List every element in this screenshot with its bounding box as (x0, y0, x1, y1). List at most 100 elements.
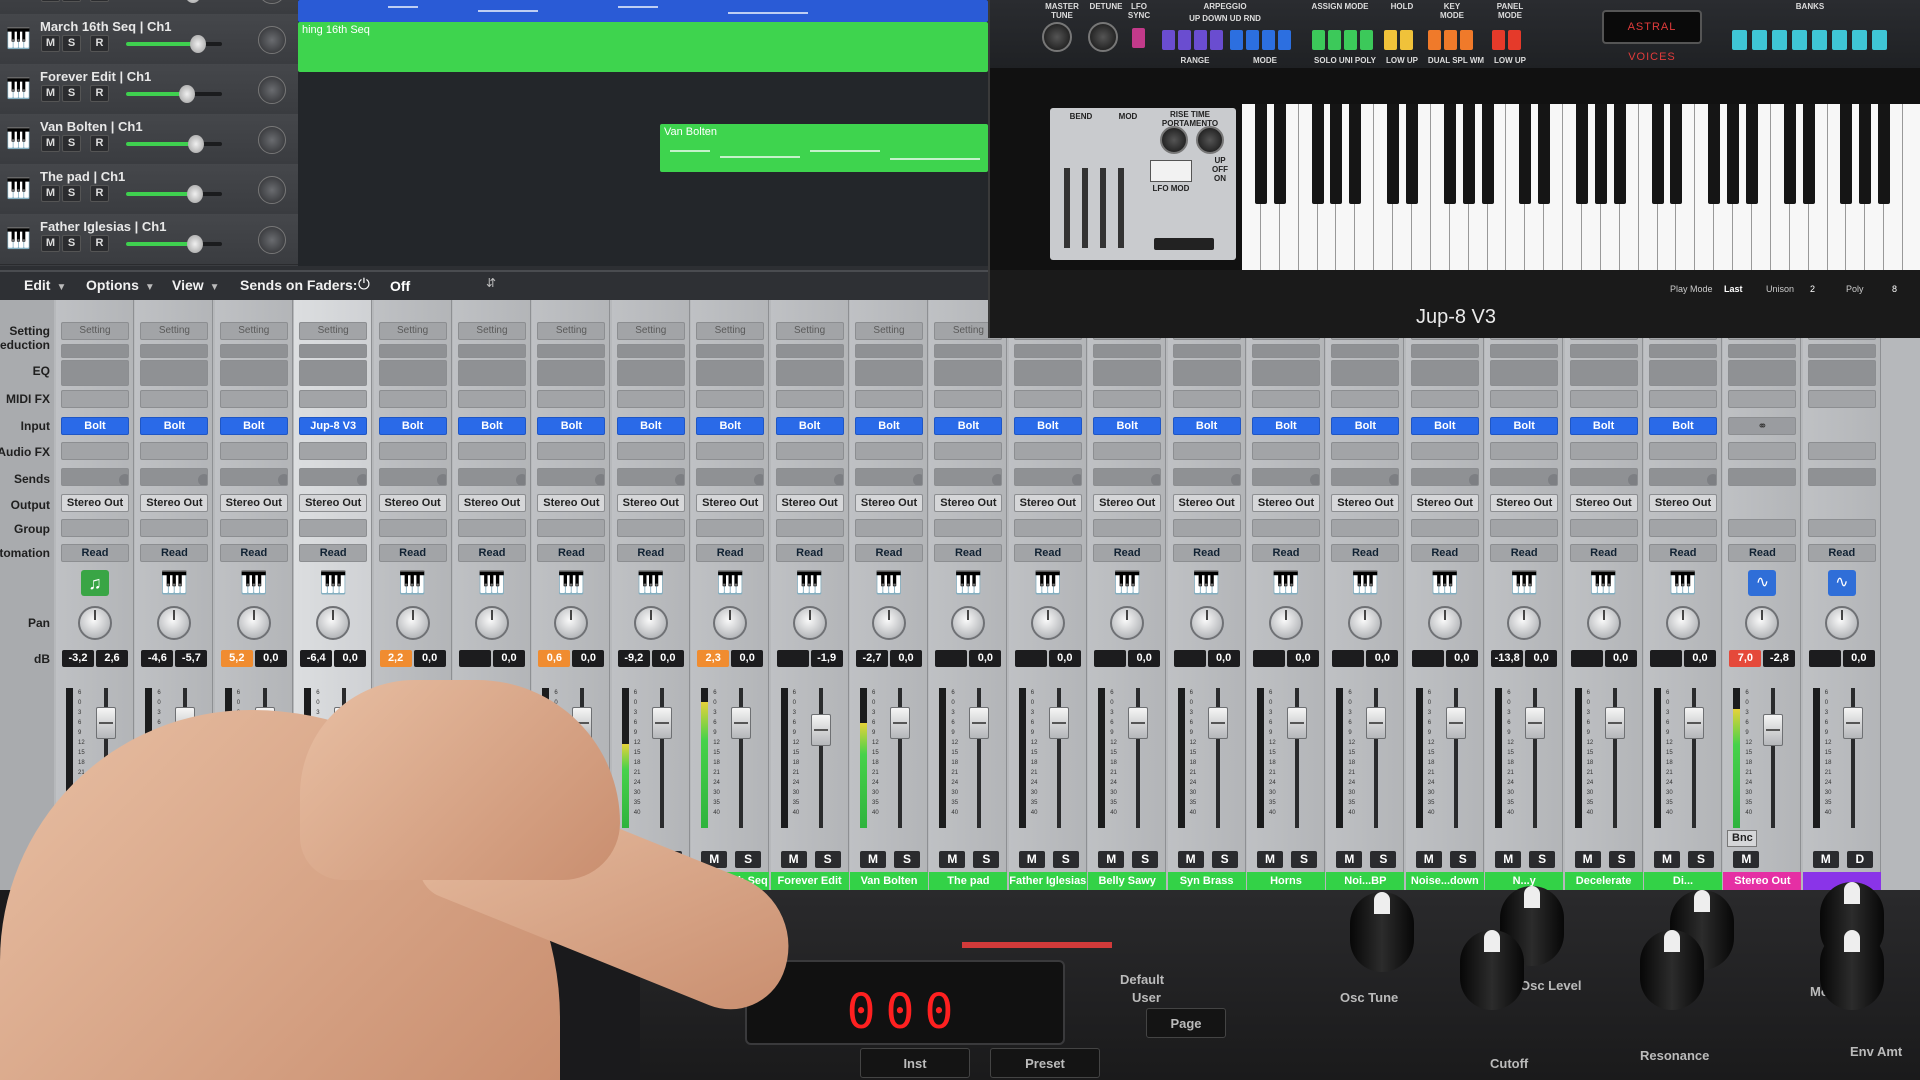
volume-thumb[interactable] (190, 35, 206, 53)
black-key[interactable] (1594, 104, 1607, 204)
audio-fx-slot[interactable] (61, 442, 129, 460)
output-slot[interactable]: Stereo Out (458, 494, 526, 512)
eq-slot[interactable] (1649, 360, 1717, 386)
volume-fader[interactable] (1207, 707, 1228, 739)
pan-knob[interactable] (1189, 606, 1224, 640)
peak-level-display[interactable] (1650, 650, 1682, 667)
volume-level-display[interactable]: 0,0 (1366, 650, 1399, 667)
pan-knob[interactable] (1030, 606, 1065, 640)
track-header[interactable]: 🎹MSR (0, 0, 298, 15)
pan-knob[interactable] (1269, 606, 1303, 640)
inst-button[interactable]: Inst (860, 1048, 970, 1078)
channel-name[interactable]: Syn Brass (1167, 872, 1246, 890)
lfo-rate-knob[interactable] (1160, 126, 1188, 154)
bank-button[interactable] (1812, 30, 1827, 50)
piano-icon[interactable]: 🎹 (478, 570, 506, 596)
midi-fx-slot[interactable] (140, 390, 209, 408)
piano-icon[interactable]: 🎹 (557, 570, 585, 596)
record-button[interactable]: R (90, 185, 109, 202)
bank-button[interactable] (1852, 30, 1867, 50)
peak-level-display[interactable] (1570, 650, 1603, 667)
group-slot[interactable] (934, 519, 1003, 537)
mute-button[interactable]: M (1257, 851, 1283, 868)
sends-slot[interactable] (140, 468, 209, 486)
automation-mode[interactable]: Read (537, 544, 606, 562)
peak-level-display[interactable]: 7,0 (1729, 650, 1762, 667)
panel-button[interactable] (1328, 30, 1341, 50)
volume-fader[interactable] (1684, 707, 1704, 739)
white-key[interactable] (1903, 104, 1920, 270)
channel-strip[interactable]: Read ∿ 0,0 6 0 3 6 9 12 15 18 21 24 30 35 40 M D (1802, 300, 1881, 890)
volume-thumb[interactable] (179, 85, 196, 103)
poly-value[interactable]: 8 (1892, 284, 1897, 294)
pan-knob[interactable] (316, 606, 351, 640)
solo-button[interactable]: S (1608, 851, 1635, 868)
eq-slot[interactable] (458, 360, 526, 386)
mute-button[interactable]: M (41, 235, 60, 252)
mute-button[interactable]: M (1495, 851, 1522, 868)
black-key[interactable] (1462, 104, 1475, 204)
pan-knob[interactable] (1586, 606, 1621, 640)
send-knob[interactable] (1151, 474, 1161, 485)
piano-icon[interactable]: 🎹 (1034, 570, 1062, 596)
solo-button[interactable]: S (1291, 851, 1317, 868)
output-slot[interactable]: Stereo Out (1093, 494, 1162, 512)
audio-fx-slot[interactable] (616, 442, 685, 460)
panel-button[interactable] (1460, 30, 1473, 50)
peak-level-display[interactable] (935, 650, 968, 667)
piano-icon[interactable]: 🎹 (716, 570, 744, 596)
automation-mode[interactable]: Read (1807, 544, 1876, 562)
midi-fx-slot[interactable] (378, 390, 447, 408)
channel-strip[interactable]: Setting Bolt Stereo Out Read 🎹 -2,7 0,0 6 0 3 6 9 12… (850, 300, 928, 890)
channel-strip[interactable]: SettingBoltStereo OutRead🎹0,060369121518… (929, 300, 1008, 890)
black-key[interactable] (1783, 104, 1796, 204)
input-slot[interactable]: Bolt (616, 417, 685, 435)
sends-slot[interactable] (1093, 468, 1162, 486)
volume-level-display[interactable]: 0,0 (1445, 650, 1478, 667)
channel-strip[interactable]: ⚭ Read ∿ 7,0 -2,8 6 0 3 6 9 12 15 18 21 24 30 35 40 Bnc M St… (1723, 300, 1802, 890)
automation-mode[interactable]: Read (1172, 544, 1241, 562)
volume-level-display[interactable]: 0,0 (890, 650, 922, 667)
solo-button[interactable]: D (1846, 851, 1873, 868)
channel-name[interactable]: Di... (1644, 872, 1722, 890)
pitch-wheel[interactable] (1154, 238, 1214, 250)
mute-button[interactable]: M (41, 135, 60, 152)
track-volume-slider[interactable] (126, 85, 222, 103)
setting-slot[interactable]: Setting (537, 322, 606, 340)
input-slot[interactable]: Bolt (1013, 417, 1082, 435)
output-slot[interactable]: Stereo Out (1172, 494, 1241, 512)
group-slot[interactable] (855, 519, 923, 537)
channel-strip[interactable]: SettingBoltStereo OutRead🎹0,060369121518… (1167, 300, 1246, 890)
bank-button[interactable] (1792, 30, 1807, 50)
pan-knob[interactable] (475, 606, 509, 640)
group-slot[interactable] (1569, 519, 1638, 537)
audio-fx-slot[interactable] (1252, 442, 1320, 460)
pan-knob[interactable] (258, 176, 286, 204)
black-key[interactable] (1859, 104, 1872, 204)
track-header[interactable]: 🎹 Forever Edit | Ch1 M S R (0, 64, 298, 115)
black-key[interactable] (1519, 104, 1532, 204)
output-slot[interactable]: Stereo Out (1649, 494, 1717, 512)
channel-strip[interactable]: SettingBoltStereo OutRead🎹0,060369121518… (1405, 300, 1484, 890)
setting-slot[interactable]: Setting (140, 322, 209, 340)
midi-fx-slot[interactable] (1807, 390, 1876, 408)
sends-slot[interactable] (696, 468, 765, 486)
bend-slider-1[interactable] (1064, 168, 1070, 248)
audio-fx-slot[interactable] (1172, 442, 1241, 460)
group-slot[interactable] (775, 519, 844, 537)
automation-mode[interactable]: Read (616, 544, 685, 562)
eq-slot[interactable] (537, 360, 606, 386)
pan-knob[interactable] (1507, 606, 1542, 640)
pan-knob[interactable] (258, 126, 286, 154)
volume-fader[interactable] (1604, 707, 1625, 739)
pan-knob[interactable] (1348, 606, 1383, 640)
midi-fx-slot[interactable] (1093, 390, 1162, 408)
group-slot[interactable] (378, 519, 447, 537)
setting-slot[interactable]: Setting (299, 322, 368, 340)
resonance-knob[interactable] (1640, 930, 1704, 1010)
input-slot[interactable]: Bolt (1649, 417, 1717, 435)
midi-fx-slot[interactable] (1728, 390, 1797, 408)
edit-menu[interactable]: Edit ▼ (24, 277, 66, 293)
pan-knob[interactable] (1745, 606, 1780, 640)
audio-fx-slot[interactable] (696, 442, 765, 460)
